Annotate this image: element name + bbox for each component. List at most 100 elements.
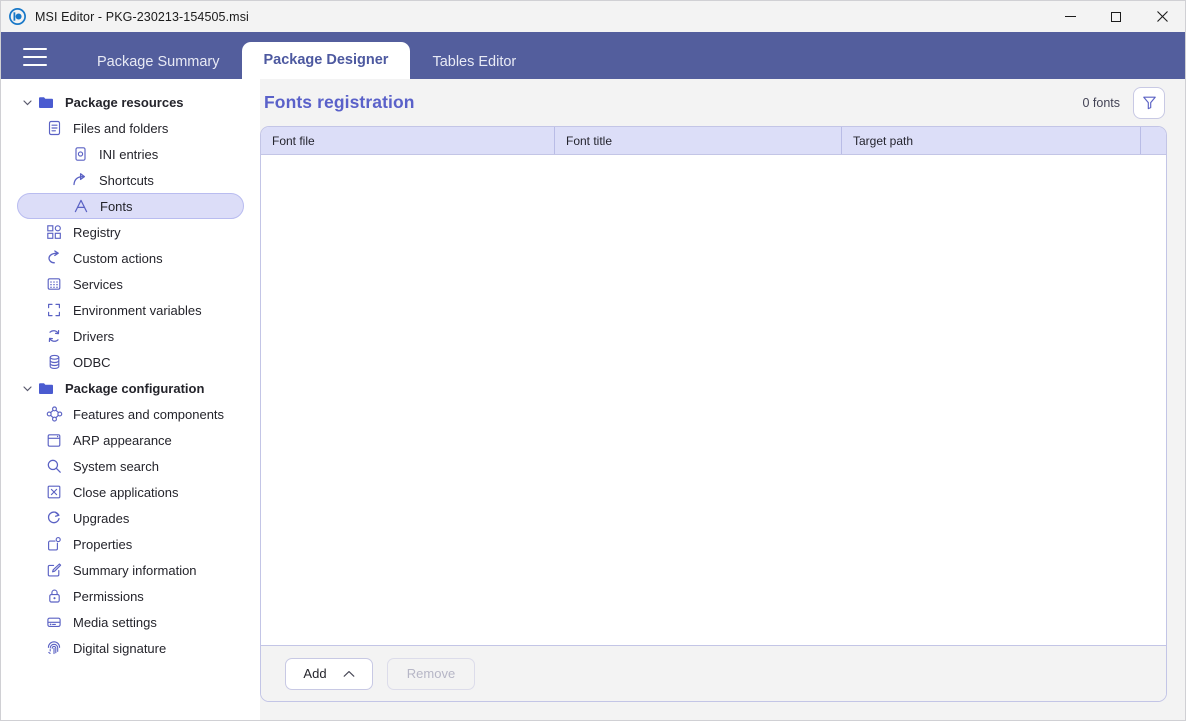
sidebar-item-label: Digital signature (73, 640, 167, 656)
sidebar-item-upgrades[interactable]: Upgrades (17, 505, 244, 531)
sidebar-item-label: Custom actions (73, 250, 163, 266)
navigation-band: Package Summary Package Designer Tables … (1, 32, 1185, 79)
column-header-options[interactable] (1141, 127, 1166, 154)
column-header-font-file[interactable]: Font file (261, 127, 555, 154)
sidebar-item-files-and-folders[interactable]: Files and folders (17, 115, 244, 141)
sidebar-item-arp-appearance[interactable]: ARP appearance (17, 427, 244, 453)
column-header-target-path[interactable]: Target path (842, 127, 1141, 154)
close-button[interactable] (1139, 1, 1185, 32)
registry-blocks-icon (43, 224, 65, 240)
sidebar-item-media-settings[interactable]: Media settings (17, 609, 244, 635)
window-icon (43, 433, 65, 448)
tab-tables-editor[interactable]: Tables Editor (410, 45, 538, 79)
maximize-icon (1111, 11, 1121, 22)
sidebar-item-digital-signature[interactable]: Digital signature (17, 635, 244, 661)
sidebar-item-close-applications[interactable]: Close applications (17, 479, 244, 505)
body-area: Package resources Files and folders INI … (1, 79, 1185, 720)
grid-body-empty (261, 155, 1166, 645)
chevron-down-icon[interactable] (19, 383, 35, 394)
minimize-button[interactable] (1047, 1, 1093, 32)
tab-package-designer[interactable]: Package Designer (241, 42, 411, 79)
sidebar-item-label: Summary information (73, 562, 197, 578)
chevron-down-icon[interactable] (19, 97, 35, 108)
sidebar-item-odbc[interactable]: ODBC (17, 349, 244, 375)
custom-action-arrow-icon (43, 250, 65, 266)
sidebar-item-package-resources[interactable]: Package resources (17, 89, 244, 115)
services-grid-icon (43, 276, 65, 292)
sidebar-item-services[interactable]: Services (17, 271, 244, 297)
chevron-up-icon (343, 670, 355, 678)
fonts-grid: Font file Font title Target path Add Rem… (260, 126, 1167, 702)
sidebar-item-label: Media settings (73, 614, 157, 630)
sidebar-item-label: Files and folders (73, 120, 169, 136)
sidebar-item-label: INI entries (99, 146, 159, 162)
sidebar-tree: Package resources Files and folders INI … (1, 79, 260, 720)
sidebar-item-fonts[interactable]: Fonts (17, 193, 244, 219)
sidebar-item-label: Environment variables (73, 302, 202, 318)
hamburger-menu-icon[interactable] (23, 48, 47, 66)
sidebar-item-permissions[interactable]: Permissions (17, 583, 244, 609)
sidebar-item-environment-variables[interactable]: Environment variables (17, 297, 244, 323)
add-button-label: Add (303, 666, 327, 681)
filter-funnel-icon (1142, 96, 1156, 110)
title-bar-left: MSI Editor - PKG-230213-154505.msi (1, 8, 249, 25)
close-icon (1156, 11, 1168, 22)
sidebar-item-label: Package configuration (65, 380, 205, 396)
sidebar-item-system-search[interactable]: System search (17, 453, 244, 479)
database-icon (43, 354, 65, 370)
sidebar-item-shortcuts[interactable]: Shortcuts (17, 167, 244, 193)
sidebar-item-label: Shortcuts (99, 172, 154, 188)
page-title: Fonts registration (264, 92, 415, 112)
drivers-refresh-icon (43, 328, 65, 344)
tab-package-summary[interactable]: Package Summary (75, 45, 242, 79)
sidebar-item-properties[interactable]: Properties (17, 531, 244, 557)
sidebar-item-label: Upgrades (73, 510, 130, 526)
sidebar-item-label: ODBC (73, 354, 111, 370)
sidebar-item-label: Properties (73, 536, 133, 552)
font-letter-a-icon (70, 198, 92, 214)
sidebar-item-label: Drivers (73, 328, 115, 344)
column-header-font-title[interactable]: Font title (555, 127, 842, 154)
environment-brackets-icon (43, 302, 65, 318)
document-icon (43, 120, 65, 136)
sidebar-item-custom-actions[interactable]: Custom actions (17, 245, 244, 271)
application-window: MSI Editor - PKG-230213-154505.msi Packa… (0, 0, 1186, 721)
window-title: MSI Editor - PKG-230213-154505.msi (35, 9, 249, 24)
remove-button-label: Remove (406, 666, 456, 681)
remove-button[interactable]: Remove (387, 657, 475, 690)
sidebar-item-drivers[interactable]: Drivers (17, 323, 244, 349)
sidebar-item-registry[interactable]: Registry (17, 219, 244, 245)
maximize-button[interactable] (1093, 1, 1139, 32)
tab-bar: Package Summary Package Designer Tables … (75, 32, 538, 79)
sidebar-item-label: ARP appearance (73, 432, 172, 448)
grid-footer-toolbar: Add Remove (261, 645, 1166, 701)
grid-header-row: Font file Font title Target path (261, 127, 1166, 155)
features-nodes-icon (43, 406, 65, 422)
sidebar-item-label: Close applications (73, 484, 179, 500)
sidebar-item-label: System search (73, 458, 159, 474)
sidebar-item-label: Features and components (73, 406, 225, 422)
sidebar-item-ini-entries[interactable]: INI entries (17, 141, 244, 167)
fonts-count-label: 0 fonts (1082, 95, 1120, 110)
filter-button[interactable] (1133, 86, 1165, 119)
panel-header-right: 0 fonts (1082, 86, 1165, 119)
media-disk-icon (43, 614, 65, 630)
window-controls (1047, 1, 1185, 32)
close-box-icon (43, 484, 65, 500)
sidebar-item-label: Registry (73, 224, 121, 240)
search-icon (43, 458, 65, 474)
minimize-icon (1064, 16, 1076, 17)
folder-icon (35, 95, 57, 110)
sidebar-item-summary-information[interactable]: Summary information (17, 557, 244, 583)
sidebar-item-label: Fonts (100, 198, 133, 214)
msi-editor-logo-icon (9, 8, 26, 25)
edit-pencil-icon (43, 562, 65, 578)
fonts-registration-panel: Fonts registration 0 fonts Font file Fon… (260, 79, 1167, 702)
main-content: Fonts registration 0 fonts Font file Fon… (260, 79, 1185, 720)
sidebar-item-features-and-components[interactable]: Features and components (17, 401, 244, 427)
upgrade-circle-icon (43, 510, 65, 526)
hamburger-line (23, 64, 47, 66)
add-button[interactable]: Add (285, 657, 373, 690)
sidebar-item-package-configuration[interactable]: Package configuration (17, 375, 244, 401)
shortcut-arrow-icon (69, 172, 91, 188)
